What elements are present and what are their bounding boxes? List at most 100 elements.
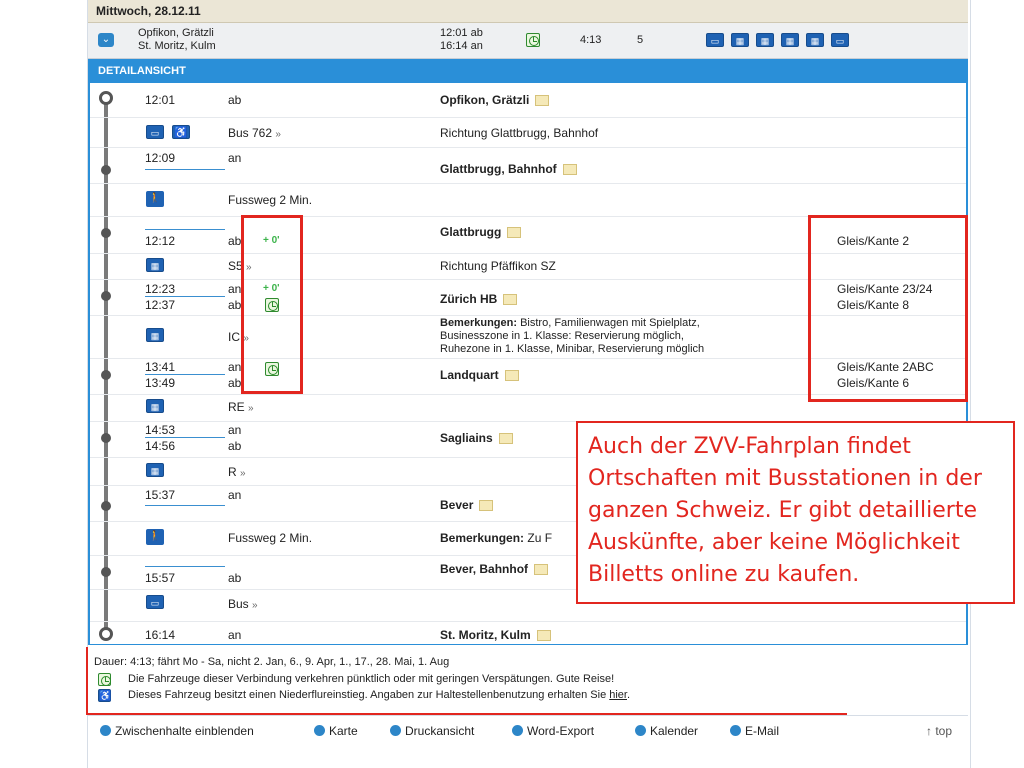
map-link[interactable]: Karte xyxy=(314,724,358,738)
event-type: ab xyxy=(228,439,242,453)
stop-marker xyxy=(101,501,111,511)
time: 14:53 xyxy=(145,423,176,437)
top-link[interactable]: ↑ top xyxy=(926,724,952,738)
event-type: ab xyxy=(228,376,242,390)
wheelchair-icon: ♿ xyxy=(172,125,190,139)
arrow-circle-icon xyxy=(314,725,325,736)
stop-marker xyxy=(101,291,111,301)
train-icon: ▦ xyxy=(806,33,824,47)
stop-marker xyxy=(99,627,113,641)
lowfloor-note: Dieses Fahrzeug besitzt einen Niederflur… xyxy=(128,689,631,701)
event-type: ab xyxy=(228,571,242,585)
station-name[interactable]: Bever xyxy=(440,498,494,512)
station-name[interactable]: Glattbrugg, Bahnhof xyxy=(440,162,577,176)
map-icon[interactable] xyxy=(498,433,513,445)
clock-icon xyxy=(526,33,540,47)
walk-duration: Fussweg 2 Min. xyxy=(228,531,313,545)
arrow-circle-icon xyxy=(100,725,111,736)
calendar-link[interactable]: Kalender xyxy=(635,724,698,738)
detail-title: DETAILANSICHT xyxy=(98,65,186,77)
footer-notes: Dauer: 4:13; fährt Mo - Sa, nicht 2. Jan… xyxy=(88,645,968,713)
date-bar: Mittwoch, 28.12.11 xyxy=(88,0,968,23)
bottom-links: Zwischenhalte einblenden Karte Druckansi… xyxy=(88,715,968,746)
time: 12:37 xyxy=(145,298,176,312)
train-icon: ▦ xyxy=(146,328,164,342)
station-name[interactable]: Glattbrugg xyxy=(440,225,522,239)
train-icon: ▦ xyxy=(756,33,774,47)
line-name[interactable]: Bus 762 » xyxy=(228,126,281,140)
bus-icon: ▭ xyxy=(146,125,164,139)
stop-marker xyxy=(101,433,111,443)
time: 12:01 xyxy=(145,93,176,107)
map-icon[interactable] xyxy=(534,564,549,576)
annotation-callout: Auch der ZVV-Fahrplan findet Ortschaften… xyxy=(576,421,1015,604)
map-icon[interactable] xyxy=(503,294,518,306)
punctual-note: Die Fahrzeuge dieser Verbindung verkehre… xyxy=(128,673,615,685)
arrow-circle-icon xyxy=(730,725,741,736)
train-icon: ▦ xyxy=(146,258,164,272)
walk-icon: 🚶 xyxy=(146,191,164,207)
summary-duration: 4:13 xyxy=(580,34,602,46)
stop-marker xyxy=(99,91,113,105)
station-name[interactable]: Landquart xyxy=(440,368,519,382)
summary-from: Opfikon, Grätzli xyxy=(138,27,214,39)
map-icon[interactable] xyxy=(535,95,550,107)
time: 12:23 xyxy=(145,282,176,296)
bus-icon: ▭ xyxy=(706,33,724,47)
bus-icon: ▭ xyxy=(831,33,849,47)
summary-departure: 12:01 ab xyxy=(440,27,483,39)
train-icon: ▦ xyxy=(146,463,164,477)
train-icon: ▦ xyxy=(146,399,164,413)
event-type: an xyxy=(228,488,242,502)
map-icon[interactable] xyxy=(562,164,577,176)
remarks: Bemerkungen: Zu F xyxy=(440,531,553,545)
time: 13:41 xyxy=(145,360,176,374)
station-name[interactable]: Sagliains xyxy=(440,431,513,445)
map-icon[interactable] xyxy=(479,500,494,512)
line-name[interactable]: RE » xyxy=(228,400,254,414)
map-icon[interactable] xyxy=(504,370,519,382)
line-name[interactable]: R » xyxy=(228,465,246,479)
event-type: an xyxy=(228,360,242,374)
callout-text: Auch der ZVV-Fahrplan findet Ortschaften… xyxy=(588,434,982,587)
arrow-circle-icon xyxy=(512,725,523,736)
stop-marker xyxy=(101,165,111,175)
time: 15:57 xyxy=(145,571,176,585)
highlight-delays xyxy=(241,215,303,394)
stop-marker xyxy=(101,370,111,380)
station-name[interactable]: St. Moritz, Kulm xyxy=(440,628,551,642)
word-export-link[interactable]: Word-Export xyxy=(512,724,594,738)
event-type: an xyxy=(228,282,242,296)
station-name[interactable]: Opfikon, Grätzli xyxy=(440,93,550,107)
summary-arrival: 16:14 an xyxy=(440,40,483,52)
walk-icon: 🚶 xyxy=(146,529,164,545)
summary-to: St. Moritz, Kulm xyxy=(138,40,216,52)
stop-marker xyxy=(101,567,111,577)
show-stops-link[interactable]: Zwischenhalte einblenden xyxy=(100,724,254,738)
stop-marker xyxy=(101,228,111,238)
train-icon: ▦ xyxy=(731,33,749,47)
print-link[interactable]: Druckansicht xyxy=(390,724,474,738)
highlight-platforms xyxy=(808,215,968,402)
email-link[interactable]: E-Mail xyxy=(730,724,779,738)
time: 12:09 xyxy=(145,151,176,165)
detail-header: DETAILANSICHT xyxy=(88,59,968,83)
direction: Richtung Glattbrugg, Bahnhof xyxy=(440,126,599,140)
station-name[interactable]: Bever, Bahnhof xyxy=(440,562,549,576)
station-name[interactable]: Zürich HB xyxy=(440,292,518,306)
expand-icon[interactable]: ⌄ xyxy=(98,33,114,47)
map-icon[interactable] xyxy=(507,227,522,239)
clock-icon xyxy=(98,673,111,686)
event-type: ab xyxy=(228,93,242,107)
travel-date: Mittwoch, 28.12.11 xyxy=(96,4,201,18)
event-type: ab xyxy=(228,234,242,248)
wheelchair-icon: ♿ xyxy=(98,689,112,702)
hier-link[interactable]: hier xyxy=(609,689,627,701)
event-type: an xyxy=(228,628,242,642)
direction: Richtung Pfäffikon SZ xyxy=(440,259,556,273)
arrow-circle-icon xyxy=(390,725,401,736)
connection-summary[interactable]: ⌄ Opfikon, Grätzli St. Moritz, Kulm 12:0… xyxy=(88,23,968,59)
map-icon[interactable] xyxy=(536,630,551,642)
duration-note: Dauer: 4:13; fährt Mo - Sa, nicht 2. Jan… xyxy=(94,656,450,668)
line-name[interactable]: Bus » xyxy=(228,597,258,611)
